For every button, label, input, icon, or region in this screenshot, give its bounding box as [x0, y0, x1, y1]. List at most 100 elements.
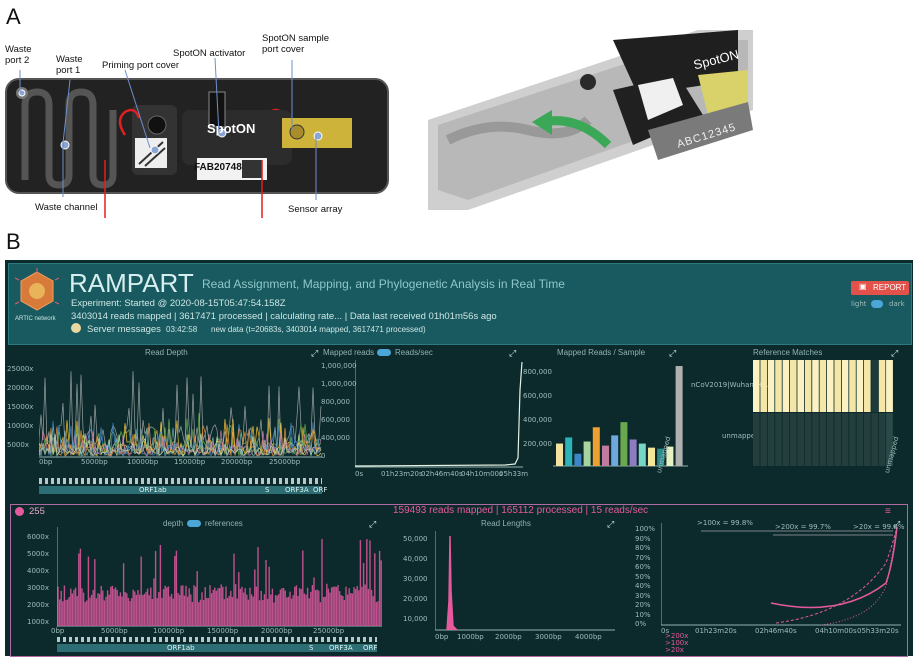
- coverage-legend: >200x >100x >20x: [665, 633, 688, 654]
- heatmap-cell: [775, 360, 782, 412]
- sample-bar[interactable]: [611, 435, 619, 466]
- sample-bar[interactable]: [620, 422, 628, 466]
- flowcell-closeup-photo: SpotON ABC12345: [428, 30, 753, 210]
- artic-logo-text: ARTIC network: [15, 316, 56, 322]
- legend-item: >20x: [665, 646, 684, 654]
- x-tick: 04h10m00s: [815, 627, 857, 635]
- y-tick: 600,000: [321, 416, 350, 424]
- report-button-label: REPORT: [873, 283, 907, 292]
- y-tick: 10%: [635, 610, 651, 619]
- heatmap-cell: [753, 360, 760, 412]
- coverage-line-20x: [820, 524, 898, 626]
- y-tick: 4000x: [27, 567, 49, 575]
- y-tick: 20,000: [403, 595, 428, 603]
- y-tick: 25000x: [7, 365, 34, 373]
- reads-sec-toggle[interactable]: [377, 349, 391, 356]
- server-messages-toggle-icon[interactable]: [71, 323, 81, 333]
- expand-icon[interactable]: ⤢: [607, 519, 614, 530]
- label-waste-port-1: Waste port 1: [56, 54, 83, 76]
- gene-label-orf1ab: ORF1ab: [167, 644, 195, 652]
- gene-label-s: S: [265, 486, 270, 494]
- y-tick: 90%: [635, 534, 651, 543]
- heatmap-cell: [878, 360, 886, 412]
- coverage-line-200x: [770, 526, 898, 609]
- sample-bar[interactable]: [638, 443, 646, 466]
- x-tick: 0bp: [435, 633, 449, 641]
- sample-bar[interactable]: [583, 441, 591, 466]
- heatmap-cell: [864, 413, 871, 466]
- heatmap-cell: [849, 360, 856, 412]
- sample-bar[interactable]: [592, 427, 600, 466]
- y-tick: 30%: [635, 591, 651, 600]
- reads-sec-label: Reads/sec: [395, 348, 433, 357]
- read-lengths-title: Read Lengths: [481, 519, 531, 528]
- x-tick: 1000bp: [457, 633, 484, 641]
- server-message-text: new data (t=20683s, 3403014 mapped, 3617…: [211, 325, 426, 334]
- x-tick: 02h46m40s: [755, 627, 797, 635]
- expand-icon[interactable]: ⤢: [311, 348, 318, 359]
- heatmap-cell: [871, 360, 878, 412]
- x-tick: 25000bp: [313, 627, 345, 635]
- heatmap-cell: [753, 413, 760, 466]
- x-tick: 10000bp: [127, 458, 159, 466]
- artic-logo-icon: [14, 268, 60, 311]
- callout-lines: [19, 57, 317, 218]
- read-depth-x-axis: 0bp 5000bp 10000bp 15000bp 20000bp 25000…: [39, 458, 322, 474]
- heatmap-cell: [797, 413, 804, 466]
- report-button[interactable]: ▣ REPORT: [851, 281, 909, 295]
- sample-bar[interactable]: [574, 453, 582, 466]
- y-tick: 1,000,000: [321, 362, 357, 370]
- heatmap-cell: [871, 413, 878, 466]
- coverage-plot: [661, 523, 901, 626]
- heatmap-cell: [804, 360, 812, 412]
- sample-bar[interactable]: [675, 366, 683, 466]
- heatmap-cell: [797, 360, 804, 412]
- x-tick: 15000bp: [174, 458, 206, 466]
- depth-references-toggle[interactable]: [187, 520, 201, 527]
- y-tick: 400,000: [523, 416, 552, 424]
- rampart-header: ARTIC network RAMPART Read Assignment, M…: [8, 263, 912, 345]
- gene-label-orf: ORF: [363, 644, 378, 652]
- coverage-line-100x: [775, 526, 898, 624]
- rampart-app: ARTIC network RAMPART Read Assignment, M…: [5, 260, 913, 657]
- collapse-icon[interactable]: [15, 507, 24, 516]
- menu-icon[interactable]: ≡: [885, 506, 891, 517]
- cov-annotation: >200x = 99.7%: [775, 523, 831, 531]
- gene-label-orf1ab: ORF1ab: [139, 486, 167, 494]
- y-tick: 50,000: [403, 535, 428, 543]
- heatmap-cell: [812, 360, 819, 412]
- y-tick: 50%: [635, 572, 651, 581]
- expand-icon[interactable]: ⤢: [891, 348, 898, 359]
- app-subtitle: Read Assignment, Mapping, and Phylogenet…: [202, 277, 565, 291]
- cov-annotation: >20x = 99.8%: [853, 523, 905, 531]
- x-tick: 25000bp: [269, 458, 301, 466]
- heatmap-cell: [864, 360, 871, 412]
- sample-bar[interactable]: [602, 445, 609, 466]
- expand-icon[interactable]: ⤢: [509, 348, 516, 359]
- y-tick: 1000x: [27, 618, 49, 626]
- sample-bar[interactable]: [556, 443, 563, 466]
- y-tick: 2000x: [27, 601, 49, 609]
- read-depth-title: Read Depth: [145, 348, 188, 357]
- server-messages-label[interactable]: Server messages: [87, 324, 161, 335]
- gene-track: ORF1ab S ORF3A ORF: [57, 644, 377, 652]
- x-tick: 01h23m20s: [695, 627, 737, 635]
- heatmap-cell: [834, 360, 841, 412]
- sample-bar[interactable]: [565, 437, 573, 466]
- server-message-time: 03:42:58: [166, 325, 198, 334]
- sample-bar[interactable]: [629, 439, 637, 466]
- expand-icon[interactable]: ⤢: [669, 348, 676, 359]
- read-length-peak: [446, 535, 458, 631]
- heatmap-cell: [827, 360, 834, 412]
- y-tick: 20000x: [7, 384, 34, 392]
- theme-toggle[interactable]: [871, 300, 883, 308]
- x-tick: 0s: [355, 470, 364, 478]
- y-tick: 0: [321, 452, 326, 460]
- heatmap-cell: [856, 360, 864, 412]
- y-tick: 60%: [635, 563, 651, 571]
- sample-bar[interactable]: [648, 447, 655, 466]
- x-tick: 05h33m: [499, 470, 529, 478]
- panel-b-label: B: [6, 229, 21, 254]
- heatmap-cell: [760, 413, 767, 466]
- heatmap-cell: [812, 413, 819, 466]
